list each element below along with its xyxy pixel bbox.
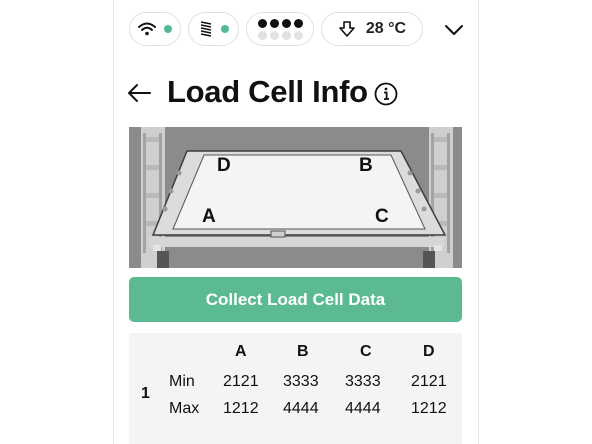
info-button[interactable]	[374, 82, 398, 106]
row-min-label: Min	[169, 373, 195, 390]
max-value-b: 4444	[283, 400, 319, 417]
thermometer-down-icon	[339, 21, 355, 37]
row-max-label: Max	[169, 400, 200, 417]
column-header-d: D	[423, 343, 435, 360]
wifi-icon	[138, 22, 156, 36]
wifi-status-pill[interactable]	[129, 12, 181, 46]
cell-label-a: A	[202, 206, 216, 227]
cell-label-c: C	[375, 206, 389, 227]
chevron-down-icon	[445, 25, 463, 35]
max-value-c: 4444	[345, 400, 381, 417]
min-value-b: 3333	[283, 373, 319, 390]
wifi-status-dot	[164, 25, 172, 33]
slot-dots-icon	[257, 18, 303, 40]
slot-status-pill[interactable]	[246, 12, 314, 46]
temperature-pill[interactable]: 28 °C	[321, 12, 423, 46]
cell-label-b: B	[359, 155, 373, 176]
max-value-d: 1212	[411, 400, 447, 417]
arrow-left-icon	[128, 84, 151, 102]
stack-status-pill[interactable]	[188, 12, 239, 46]
temperature-value: 28 °C	[365, 20, 407, 37]
load-cell-table: A B C D 1 Min 2121 3333 3333 2121 Max 12…	[129, 333, 462, 444]
max-value-a: 1212	[223, 400, 259, 417]
min-value-d: 2121	[411, 373, 447, 390]
column-header-b: B	[297, 343, 309, 360]
collect-load-cell-data-button[interactable]: Collect Load Cell Data	[129, 277, 462, 322]
cell-label-d: D	[217, 155, 231, 176]
row-index: 1	[141, 385, 150, 402]
stacked-layers-icon	[200, 21, 211, 37]
column-header-c: C	[360, 343, 372, 360]
min-value-a: 2121	[223, 373, 259, 390]
page-title: Load Cell Info	[167, 74, 368, 109]
left-divider	[113, 0, 114, 444]
stack-status-dot	[220, 25, 229, 33]
column-header-a: A	[235, 343, 247, 360]
load-cell-diagram: D B A C	[129, 127, 462, 268]
back-button[interactable]	[127, 83, 153, 105]
right-divider	[478, 0, 479, 444]
min-value-c: 3333	[345, 373, 381, 390]
info-icon	[374, 82, 398, 106]
menu-toggle-button[interactable]	[440, 19, 468, 41]
